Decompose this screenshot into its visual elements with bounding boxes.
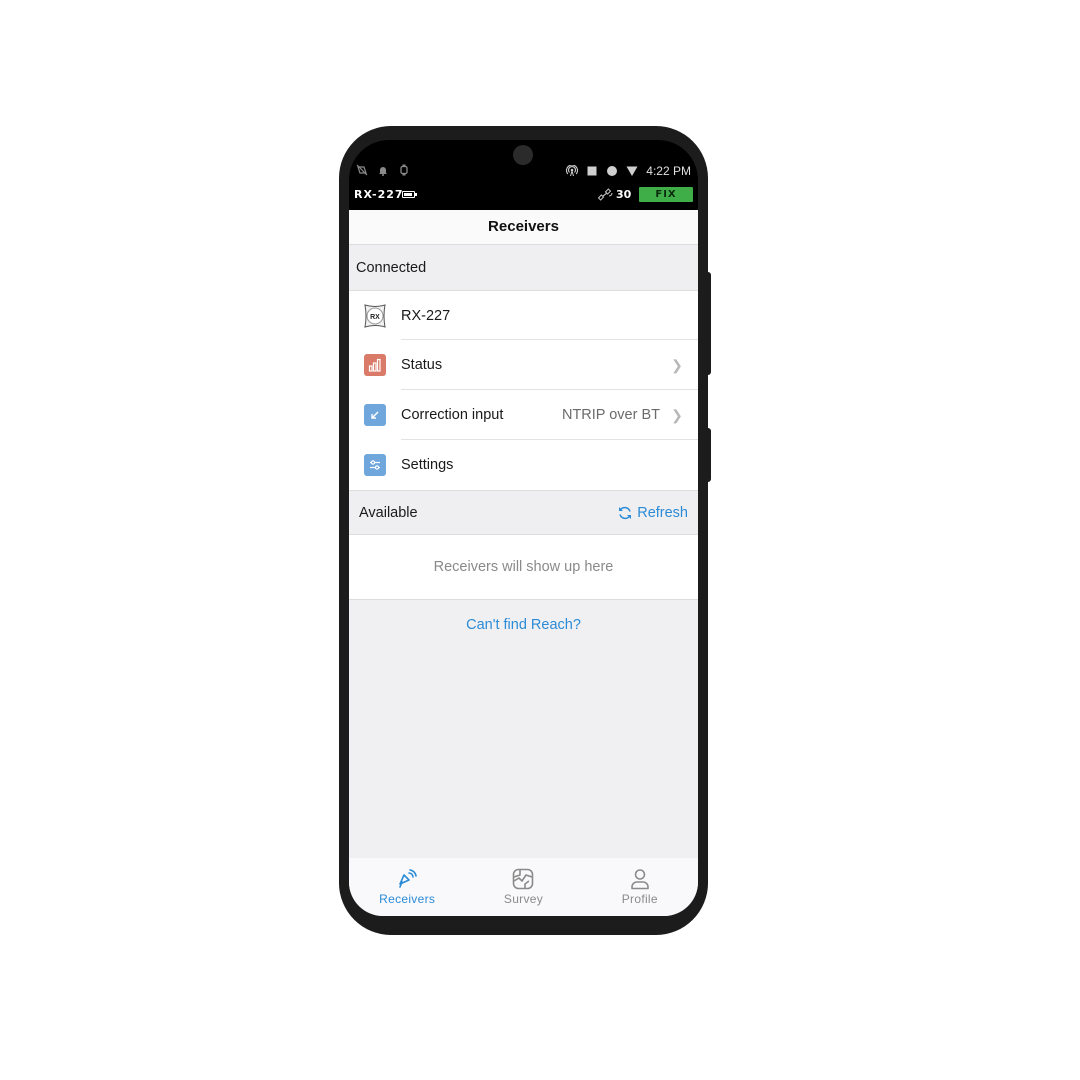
chevron-right-icon: ❯ bbox=[671, 406, 683, 423]
correction-input-row[interactable]: Correction input NTRIP over BT ❯ bbox=[349, 390, 698, 440]
system-status-bar: 4:22 PM bbox=[349, 162, 698, 182]
tab-survey-label: Survey bbox=[503, 892, 544, 906]
connected-list: RX RX-227 Status ❯ Correction input NTRI… bbox=[349, 291, 698, 490]
device-name: RX-227 bbox=[401, 307, 451, 324]
page-title: Receivers bbox=[349, 210, 698, 245]
satellite-icon bbox=[598, 188, 613, 201]
refresh-button[interactable]: Refresh bbox=[617, 505, 688, 521]
battery-icon bbox=[402, 191, 417, 198]
settings-label: Settings bbox=[401, 457, 454, 473]
silent-mode-icon bbox=[356, 164, 368, 176]
correction-input-label: Correction input bbox=[401, 407, 504, 423]
cant-find-reach-link[interactable]: Can't find Reach? bbox=[349, 617, 698, 633]
map-icon bbox=[513, 868, 534, 890]
correction-input-value: NTRIP over BT bbox=[561, 407, 660, 423]
power-button bbox=[706, 428, 711, 482]
available-header-label: Available bbox=[359, 504, 418, 521]
smartwatch-icon bbox=[400, 164, 408, 176]
phone-screen: 4:22 PM RX-227 30 FIX Receivers Connecte… bbox=[349, 140, 698, 916]
refresh-icon bbox=[619, 506, 632, 519]
bar-chart-icon bbox=[364, 354, 386, 376]
tab-profile-label: Profile bbox=[621, 892, 658, 906]
empty-state-message: Receivers will show up here bbox=[349, 535, 698, 600]
receiver-status-bar: RX-227 30 FIX bbox=[349, 185, 698, 205]
satellite-signal-icon bbox=[399, 869, 417, 888]
tab-receivers-label: Receivers bbox=[379, 892, 436, 906]
volume-button bbox=[706, 272, 711, 375]
connected-section-header: Connected bbox=[349, 245, 698, 291]
stop-square-icon bbox=[587, 166, 597, 176]
wifi-signal-icon bbox=[626, 166, 638, 176]
sliders-icon bbox=[364, 454, 386, 476]
status-row[interactable]: Status ❯ bbox=[349, 340, 698, 390]
refresh-label: Refresh bbox=[637, 504, 688, 521]
bottom-tab-bar: Receivers Survey Profile bbox=[349, 858, 698, 916]
connected-device-row[interactable]: RX RX-227 bbox=[349, 291, 698, 340]
tab-profile[interactable]: Profile bbox=[582, 858, 698, 916]
status-label: Status bbox=[401, 357, 443, 373]
app-content: Receivers Connected RX RX-227 Status ❯ C… bbox=[349, 210, 698, 916]
fix-status-badge: FIX bbox=[639, 187, 693, 202]
connected-header-label: Connected bbox=[356, 259, 427, 276]
available-section-header: Available Refresh bbox=[349, 490, 698, 535]
arrow-down-left-icon bbox=[364, 404, 386, 426]
record-dot-icon bbox=[607, 166, 618, 176]
receiver-device-icon: RX bbox=[364, 303, 386, 328]
tab-receivers[interactable]: Receivers bbox=[349, 858, 465, 916]
settings-row[interactable]: Settings bbox=[349, 440, 698, 490]
user-icon bbox=[631, 869, 649, 890]
satellite-count: 30 bbox=[616, 188, 632, 201]
chevron-right-icon: ❯ bbox=[671, 356, 683, 373]
receiver-name: RX-227 bbox=[354, 188, 404, 201]
tab-survey[interactable]: Survey bbox=[465, 858, 581, 916]
clock: 4:22 PM bbox=[646, 164, 691, 178]
notification-bell-icon bbox=[379, 167, 387, 176]
receiver-icon-label: RX bbox=[370, 314, 380, 321]
hotspot-icon bbox=[566, 165, 579, 177]
